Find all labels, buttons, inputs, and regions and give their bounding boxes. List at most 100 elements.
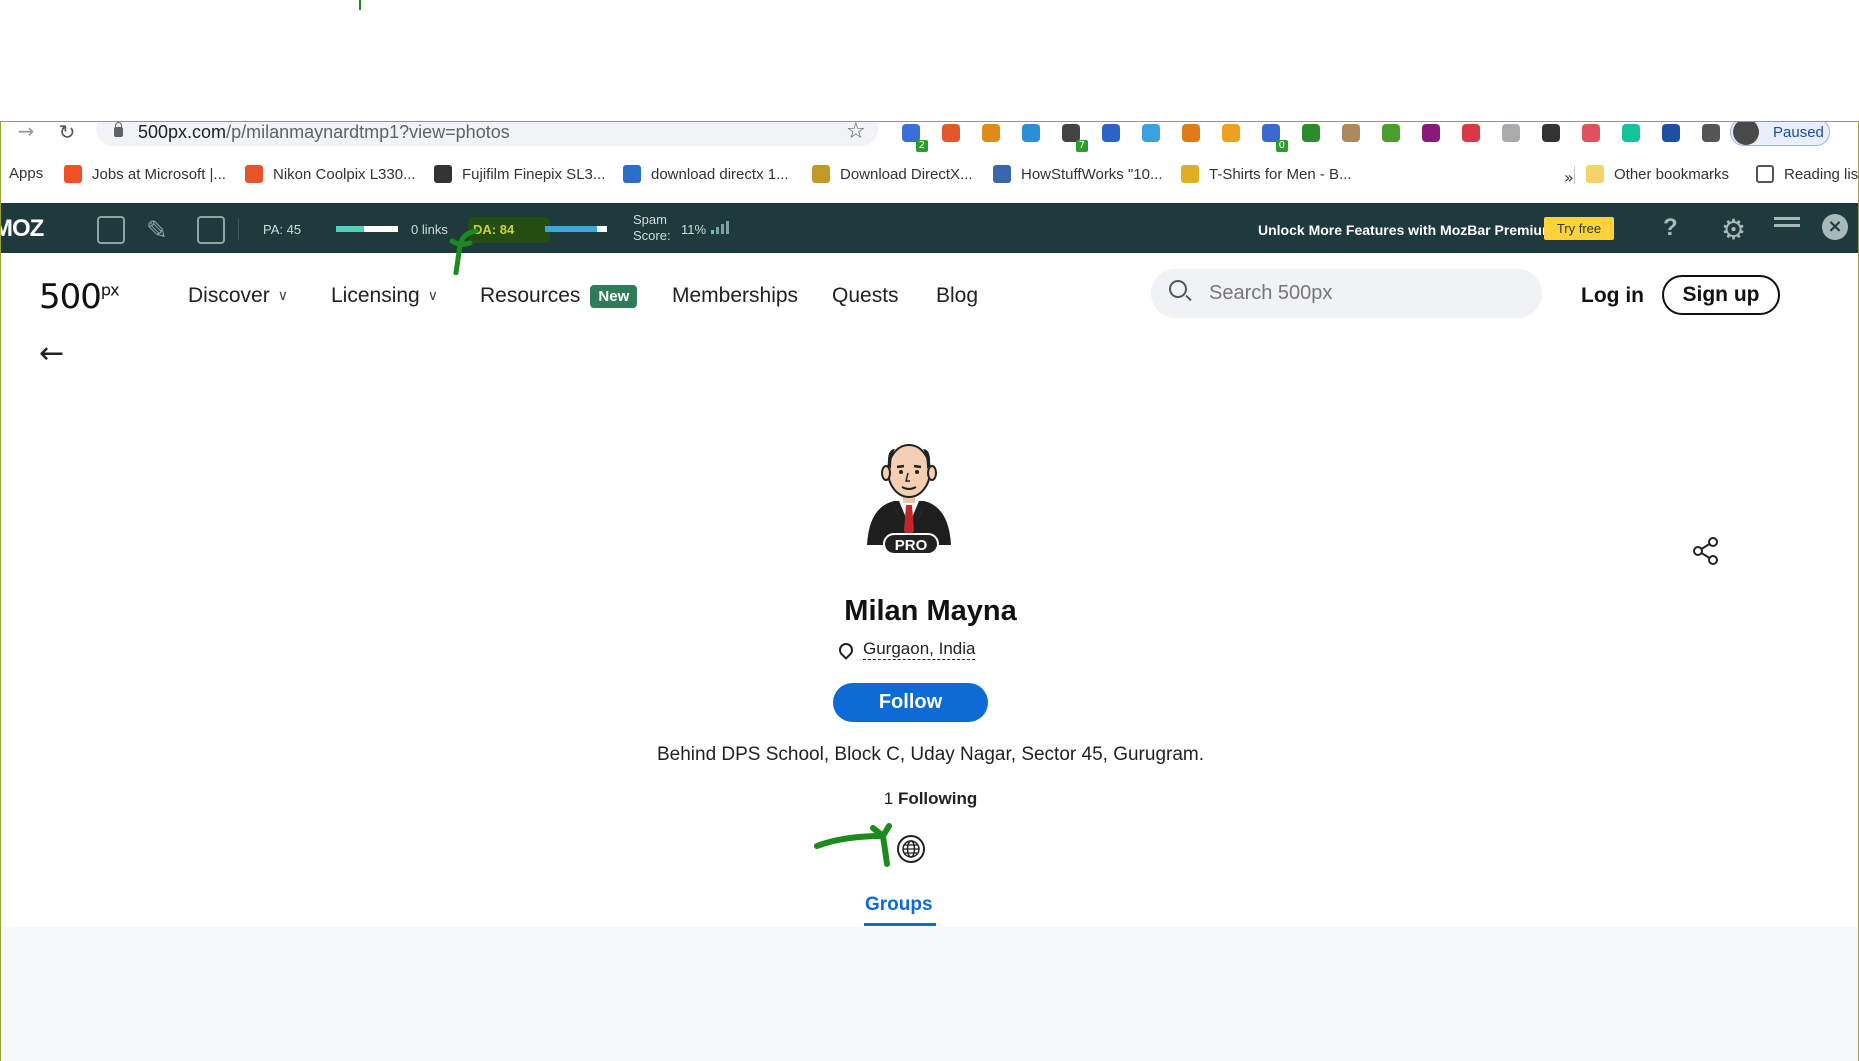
ext-grammarly-glyph: [1622, 124, 1640, 142]
bookmark-star-icon[interactable]: ☆: [846, 122, 866, 143]
ext-m-icon[interactable]: [1016, 122, 1046, 144]
puzzle-icon[interactable]: [1696, 122, 1726, 144]
bookmark-item[interactable]: Fujifilm Finepix SL3...: [434, 165, 605, 183]
bookmark-item[interactable]: HowStuffWorks "10...: [993, 165, 1163, 183]
ext-bird-icon[interactable]: [1136, 122, 1166, 144]
ext-bot-icon[interactable]: [1176, 122, 1206, 144]
ext-grammarly-icon[interactable]: [1616, 122, 1646, 144]
login-link[interactable]: Log in: [1581, 284, 1644, 308]
url-host: 500px.com: [138, 122, 227, 142]
nav-label: Quests: [832, 284, 899, 307]
divider: [1574, 166, 1575, 184]
ext-link-icon[interactable]: 0: [1256, 122, 1288, 152]
da-bar-fill: [545, 226, 598, 232]
keyword-check-icon[interactable]: [197, 216, 225, 244]
profile-name: Milan Mayna: [844, 595, 1017, 627]
page-analysis-icon[interactable]: [97, 216, 125, 244]
help-icon[interactable]: ?: [1663, 214, 1678, 242]
other-bookmarks-label: Other bookmarks: [1614, 165, 1730, 183]
other-bookmarks[interactable]: Other bookmarks: [1586, 165, 1729, 183]
ext-check-icon[interactable]: [1656, 122, 1686, 144]
ext-seo-icon[interactable]: [976, 122, 1006, 144]
ext-key-icon[interactable]: [1216, 122, 1246, 144]
bookmarks-overflow-icon[interactable]: »: [1564, 168, 1574, 187]
follow-button[interactable]: Follow: [833, 683, 988, 722]
globe-icon[interactable]: [896, 834, 926, 864]
bookmark-label: HowStuffWorks "10...: [1021, 165, 1163, 183]
bookmark-item[interactable]: download directx 1...: [623, 165, 789, 183]
nav-discover[interactable]: Discover ∨: [188, 284, 288, 308]
ext-grid-glyph: [1422, 124, 1440, 142]
share-icon[interactable]: [1691, 536, 1721, 566]
ext-search-icon[interactable]: 7: [1056, 122, 1088, 152]
ext-upload-icon[interactable]: [1576, 122, 1606, 144]
lock-icon[interactable]: [114, 122, 123, 137]
reading-list[interactable]: Reading lis: [1756, 165, 1858, 183]
bookmark-item[interactable]: Download DirectX...: [812, 165, 973, 183]
bookmark-item[interactable]: Nikon Coolpix L330...: [245, 165, 416, 183]
500px-logo[interactable]: 500px: [39, 277, 120, 317]
following-count: 1: [883, 789, 894, 808]
ext-leaf-glyph: [1382, 124, 1400, 142]
nav-blog[interactable]: Blog: [936, 284, 978, 308]
ext-bw-icon[interactable]: [1296, 122, 1326, 144]
menu-icon[interactable]: ⋮: [1851, 122, 1858, 143]
reload-icon[interactable]: ↻: [56, 122, 78, 144]
search-box[interactable]: [1151, 269, 1542, 318]
gear-icon[interactable]: ⚙: [1721, 213, 1746, 246]
bookmark-favicon-icon: [812, 165, 830, 183]
collapse-icon[interactable]: [1774, 217, 1800, 235]
nav-resources[interactable]: Resources New: [480, 284, 638, 308]
ext-k-icon[interactable]: [1496, 122, 1526, 144]
reading-list-label: Reading lis: [1784, 165, 1859, 183]
bookmark-label: Nikon Coolpix L330...: [273, 165, 416, 183]
ext-bw-glyph: [1302, 124, 1320, 142]
moz-logo: MOZ: [1, 215, 44, 242]
premium-promo[interactable]: Unlock More Features with MozBar Premium: [1258, 222, 1554, 238]
nav-label: Blog: [936, 284, 979, 307]
ext-code-icon[interactable]: 2: [896, 122, 928, 152]
bookmark-label: T-Shirts for Men - B...: [1209, 165, 1352, 183]
back-arrow-icon[interactable]: ←: [39, 336, 64, 371]
extension-badge: 0: [1275, 140, 1288, 152]
profile-status: Paused: [1773, 123, 1824, 141]
da-bar: [545, 226, 607, 232]
nav-label: Resources: [480, 284, 581, 307]
ext-bird-glyph: [1142, 124, 1160, 142]
ext-w-icon[interactable]: [1336, 122, 1366, 144]
bookmark-apps[interactable]: Apps: [9, 165, 43, 182]
ext-pen-icon[interactable]: [1536, 122, 1566, 144]
search-input[interactable]: [1209, 269, 1529, 318]
ext-grid-icon[interactable]: [1416, 122, 1446, 144]
extension-badge: 7: [1075, 140, 1088, 152]
pa-bar-fill: [336, 226, 364, 232]
url-text[interactable]: 500px.com/p/milanmaynardtmp1?view=photos: [138, 122, 510, 142]
profile-location[interactable]: Gurgaon, India: [836, 639, 976, 660]
close-icon[interactable]: ×: [1822, 214, 1848, 240]
tab-groups[interactable]: Groups: [865, 894, 933, 916]
signup-button[interactable]: Sign up: [1662, 275, 1780, 315]
bookmark-item[interactable]: T-Shirts for Men - B...: [1181, 165, 1352, 183]
bookmark-item[interactable]: Jobs at Microsoft |...: [64, 165, 226, 183]
nav-memberships[interactable]: Memberships: [672, 284, 798, 308]
avatar[interactable]: [859, 435, 959, 545]
highlight-pen-icon[interactable]: ✎: [146, 216, 174, 246]
bookmark-favicon-icon: [1181, 165, 1199, 183]
nav-licensing[interactable]: Licensing ∨: [331, 284, 438, 308]
mozbar: MOZ ✎ PA: 45 0 links DA: 84 SpamScore: 1…: [1, 203, 1858, 275]
ext-fox-icon[interactable]: [936, 122, 966, 144]
ext-swirl-icon[interactable]: [1096, 122, 1126, 144]
ext-leaf-icon[interactable]: [1376, 122, 1406, 144]
forward-icon[interactable]: →: [15, 122, 37, 144]
ext-pocket-icon[interactable]: [1456, 122, 1486, 144]
avatar: [1733, 122, 1759, 145]
nav-quests[interactable]: Quests: [832, 284, 899, 308]
spam-score-value: 11%: [681, 222, 707, 237]
following-stat[interactable]: 1 Following: [1, 789, 1858, 809]
ext-seo-glyph: [982, 124, 1000, 142]
try-free-button[interactable]: Try free: [1544, 217, 1614, 240]
bookmark-label: Download DirectX...: [840, 165, 973, 183]
ext-pen-glyph: [1542, 124, 1560, 142]
bookmark-favicon-icon: [245, 165, 263, 183]
profile-button[interactable]: Paused: [1730, 122, 1830, 146]
